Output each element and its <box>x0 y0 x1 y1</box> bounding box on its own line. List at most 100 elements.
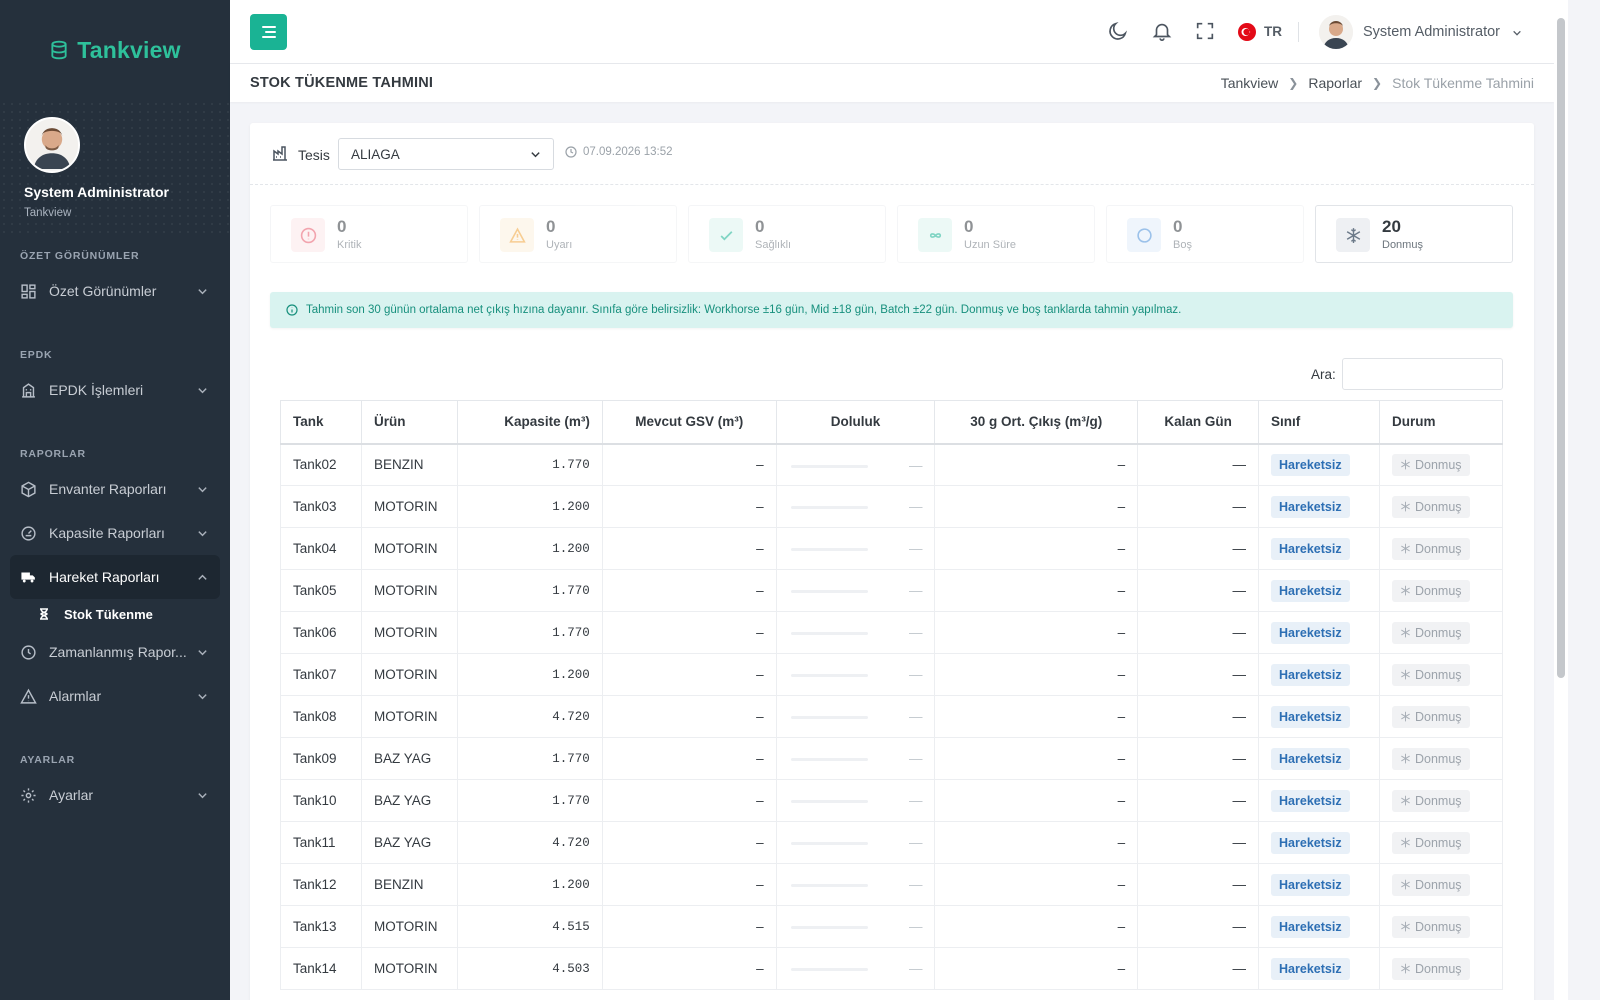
status-badge: Donmuş <box>1391 747 1470 770</box>
user-menu[interactable]: System Administrator <box>1363 24 1500 40</box>
sidebar-item-overview[interactable]: Özet Görünümler <box>10 269 220 313</box>
chevron-down-icon[interactable] <box>1512 28 1522 38</box>
cell-status: Donmuş <box>1378 947 1504 990</box>
breadcrumb-item[interactable]: Raporlar <box>1308 75 1362 91</box>
cell-status: Donmuş <box>1378 821 1504 864</box>
cell-class: Hareketsiz <box>1258 737 1380 780</box>
stat-card-warning[interactable]: 0 Uyarı <box>479 205 677 263</box>
stat-card-healthy[interactable]: 0 Sağlıklı <box>688 205 886 263</box>
stat-card-empty[interactable]: 0 Boş <box>1106 205 1304 263</box>
fill-bar <box>790 674 868 677</box>
status-badge: Donmuş <box>1391 621 1470 644</box>
fill-percent: — <box>908 751 923 766</box>
table-row[interactable]: Tank06 MOTORIN 1.770– — – — Hareketsiz Donmuş <box>280 611 1504 654</box>
status-badge: Donmuş <box>1391 537 1470 560</box>
table-row[interactable]: Tank04 MOTORIN 1.200– — – — Hareketsiz Donmuş <box>280 527 1504 570</box>
column-header-class[interactable]: Sınıf <box>1258 400 1380 445</box>
dashboard-icon <box>21 283 36 299</box>
cell-status: Donmuş <box>1378 779 1504 822</box>
table-row[interactable]: Tank14 MOTORIN 4.503– — – — Hareketsiz Donmuş <box>280 947 1504 990</box>
stat-card-critical[interactable]: 0 Kritik <box>270 205 468 263</box>
fill-percent: — <box>908 541 923 556</box>
table-row[interactable]: Tank12 BENZIN 1.200– — – — Hareketsiz Donmuş <box>280 863 1504 906</box>
cell-gsv: – <box>601 695 777 738</box>
sidebar-item-label: Ayarlar <box>49 787 94 803</box>
sidebar-item-epdk[interactable]: EPDK İşlemleri <box>10 368 220 412</box>
status-badge-label: Donmuş <box>1414 457 1462 472</box>
stat-label: Uyarı <box>546 239 573 251</box>
table-body: Tank02 BENZIN 1.770– — – — Hareketsiz Donmuş Tan… <box>280 443 1504 990</box>
status-badge: Donmuş <box>1391 957 1470 980</box>
table-row[interactable]: Tank02 BENZIN 1.770– — – — Hareketsiz Donmuş <box>280 443 1504 486</box>
cell-product: MOTORIN <box>360 947 458 990</box>
table-row[interactable]: Tank11 BAZ YAG 4.720– — – — Hareketsiz Donmuş <box>280 821 1504 864</box>
column-header-avg-outflow[interactable]: 30 g Ort. Çıkış (m³/g) <box>934 400 1139 445</box>
cell-fill: — <box>775 527 936 570</box>
chevron-up-icon <box>198 574 207 580</box>
sidebar-subitem-stock-depletion[interactable]: Stok Tükenme <box>38 602 230 626</box>
column-header-fill[interactable]: Doluluk <box>775 400 936 445</box>
cell-product: BAZ YAG <box>360 737 458 780</box>
sidebar-item-inventory[interactable]: Envanter Raporları <box>10 467 220 511</box>
stat-label: Donmuş <box>1382 239 1423 251</box>
scrollbar-thumb[interactable] <box>1557 18 1565 678</box>
info-icon <box>286 304 298 316</box>
sidebar-item-movement[interactable]: Hareket Raporları <box>10 555 220 599</box>
cell-class: Hareketsiz <box>1258 905 1380 948</box>
sidebar-item-scheduled[interactable]: Zamanlanmış Rapor... <box>10 630 220 674</box>
table-row[interactable]: Tank03 MOTORIN 1.200– — – — Hareketsiz Donmuş <box>280 485 1504 528</box>
bell-icon[interactable] <box>1151 20 1173 42</box>
table-row[interactable]: Tank08 MOTORIN 4.720– — – — Hareketsiz Donmuş <box>280 695 1504 738</box>
status-badge: Donmuş <box>1391 789 1470 812</box>
column-header-days-left[interactable]: Kalan Gün <box>1137 400 1260 445</box>
nav-section-epdk: EPDK <box>20 349 53 361</box>
column-header-capacity[interactable]: Kapasite (m³) <box>456 400 603 445</box>
column-header-status[interactable]: Durum <box>1378 400 1504 445</box>
sidebar-item-settings[interactable]: Ayarlar <box>10 773 220 817</box>
table-row[interactable]: Tank13 MOTORIN 4.515– — – — Hareketsiz Donmuş <box>280 905 1504 948</box>
brand-logo[interactable]: Tankview <box>0 0 230 100</box>
turkey-flag-icon[interactable] <box>1238 23 1256 41</box>
sidebar-item-label: Zamanlanmış Rapor... <box>49 644 187 660</box>
column-header-gsv[interactable]: Mevcut GSV (m³) <box>601 400 777 445</box>
cell-avg-outflow: – <box>934 695 1139 738</box>
cell-status: Donmuş <box>1378 653 1504 696</box>
table-row[interactable]: Tank05 MOTORIN 1.770– — – — Hareketsiz Donmuş <box>280 569 1504 612</box>
status-badge: Donmuş <box>1391 495 1470 518</box>
cell-days-left: — <box>1137 779 1260 822</box>
snowflake-icon <box>1401 795 1410 806</box>
nav-section-overview: ÖZET GÖRÜNÜMLER <box>20 250 140 262</box>
language-selector[interactable]: TR <box>1264 24 1282 39</box>
sidebar-item-alarms[interactable]: Alarmlar <box>10 674 220 718</box>
class-badge: Hareketsiz <box>1271 789 1350 812</box>
column-header-tank[interactable]: Tank <box>280 400 362 445</box>
stat-label: Uzun Süre <box>964 239 1016 251</box>
stat-value: 0 <box>546 217 556 236</box>
table-row[interactable]: Tank07 MOTORIN 1.200– — – — Hareketsiz Donmuş <box>280 653 1504 696</box>
cell-gsv: – <box>601 779 777 822</box>
cell-days-left: — <box>1137 569 1260 612</box>
cell-fill: — <box>775 443 936 486</box>
cell-tank: Tank14 <box>280 947 362 990</box>
chevron-down-icon <box>531 151 540 157</box>
snowflake-icon <box>1401 459 1410 470</box>
stat-card-long-term[interactable]: 0 Uzun Süre <box>897 205 1095 263</box>
breadcrumb-item[interactable]: Tankview <box>1221 75 1279 91</box>
column-header-product[interactable]: Ürün <box>360 400 458 445</box>
table-row[interactable]: Tank10 BAZ YAG 1.770– — – — Hareketsiz Donmuş <box>280 779 1504 822</box>
avatar[interactable] <box>24 117 80 173</box>
clock-icon <box>565 146 577 158</box>
stat-card-frozen[interactable]: 20 Donmuş <box>1315 205 1513 263</box>
cell-capacity: 1.770 <box>456 737 603 780</box>
cell-tank: Tank10 <box>280 779 362 822</box>
table-row[interactable]: Tank09 BAZ YAG 1.770– — – — Hareketsiz Donmuş <box>280 737 1504 780</box>
sidebar-item-capacity[interactable]: Kapasite Raporları <box>10 511 220 555</box>
avatar[interactable] <box>1319 15 1353 49</box>
facility-select[interactable]: ALIAGA <box>338 138 554 170</box>
chevron-down-icon <box>198 792 207 798</box>
facility-label: Tesis <box>298 147 330 163</box>
moon-icon[interactable] <box>1107 20 1129 42</box>
fullscreen-icon[interactable] <box>1194 20 1216 42</box>
menu-toggle-button[interactable] <box>250 14 287 50</box>
search-input[interactable] <box>1342 358 1503 390</box>
